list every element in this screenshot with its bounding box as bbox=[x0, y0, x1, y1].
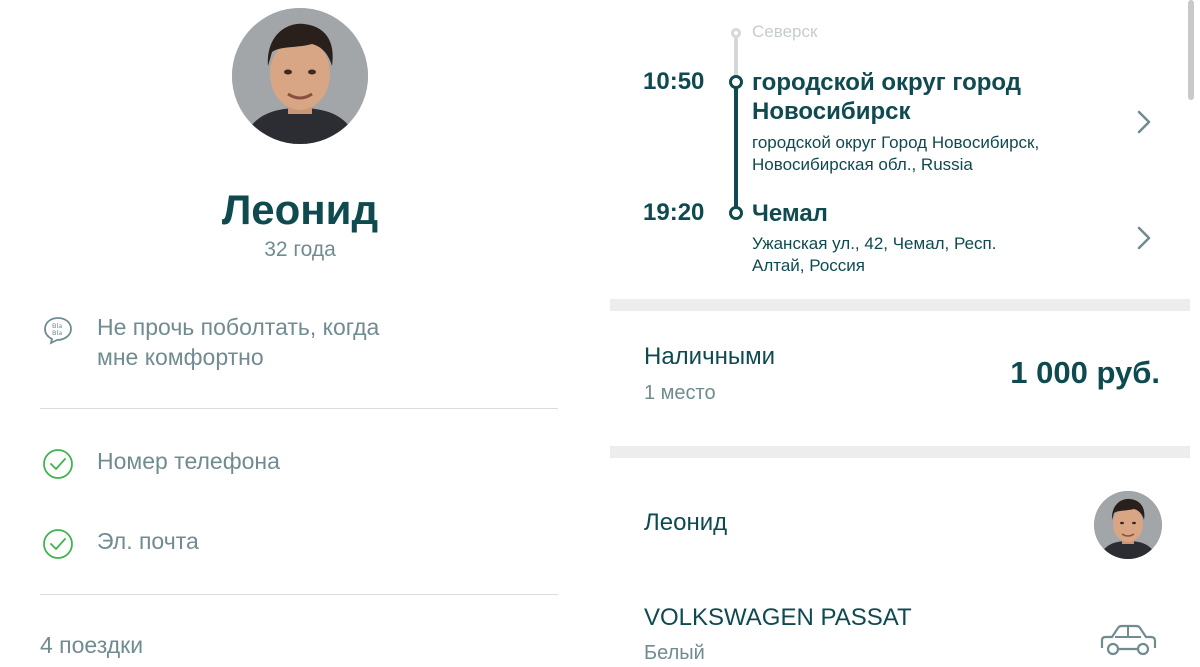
chevron-right-icon[interactable] bbox=[1134, 108, 1154, 136]
departure-dot bbox=[729, 75, 743, 89]
preference-label: Не прочь поболтать, когда мне комфортно bbox=[97, 314, 380, 370]
ride-details-panel: Северск 10:50 городской округ город Ново… bbox=[610, 0, 1200, 667]
previous-stop-label: Северск bbox=[752, 22, 818, 41]
trips-count: 4 поездки bbox=[40, 632, 144, 658]
departure-title[interactable]: городской округ город Новосибирск bbox=[752, 68, 1092, 126]
divider bbox=[40, 408, 558, 409]
departure-address[interactable]: городской округ Город Новосибирск, Новос… bbox=[752, 132, 1092, 176]
verification-label: Эл. почта bbox=[97, 528, 199, 554]
section-separator bbox=[610, 446, 1190, 458]
price: 1 000 руб. bbox=[1010, 355, 1160, 390]
driver-avatar[interactable] bbox=[232, 8, 368, 144]
driver-avatar-small[interactable] bbox=[1094, 491, 1162, 559]
arrival-time: 19:20 bbox=[643, 199, 705, 226]
route-line bbox=[734, 82, 738, 213]
arrival-address[interactable]: Ужанская ул., 42, Чемал, Респ. Алтай, Ро… bbox=[752, 233, 1022, 277]
car-icon bbox=[1100, 624, 1157, 656]
driver-age: 32 года bbox=[264, 238, 336, 261]
car-color: Белый bbox=[644, 642, 705, 664]
departure-time: 10:50 bbox=[643, 68, 705, 95]
driver-name: Леонид bbox=[221, 186, 379, 233]
verification-label: Номер телефона bbox=[97, 448, 280, 474]
svg-text:Bla: Bla bbox=[52, 329, 62, 337]
check-circle-icon bbox=[40, 526, 76, 562]
scrollbar[interactable] bbox=[1188, 0, 1194, 100]
bla-bla-chat-icon: Bla Bla bbox=[40, 312, 76, 348]
car-model: VOLKSWAGEN PASSAT bbox=[644, 604, 912, 631]
driver-profile-panel: Леонид 32 года Bla Bla Не прочь поболтат… bbox=[0, 0, 600, 667]
preference-chattiness: Bla Bla Не прочь поболтать, когда мне ко… bbox=[40, 312, 427, 372]
payment-method: Наличными bbox=[644, 343, 776, 370]
section-separator bbox=[610, 299, 1190, 311]
verification-email: Эл. почта bbox=[40, 526, 199, 562]
verification-phone: Номер телефона bbox=[40, 446, 280, 482]
driver-name-small[interactable]: Леонид bbox=[644, 509, 727, 537]
previous-stop-dot bbox=[731, 28, 741, 38]
seats-count: 1 место bbox=[644, 382, 716, 404]
arrival-dot bbox=[729, 206, 743, 220]
divider bbox=[40, 594, 558, 595]
chevron-right-icon[interactable] bbox=[1134, 224, 1154, 252]
check-circle-icon bbox=[40, 446, 76, 482]
arrival-title[interactable]: Чемал bbox=[752, 199, 1092, 228]
